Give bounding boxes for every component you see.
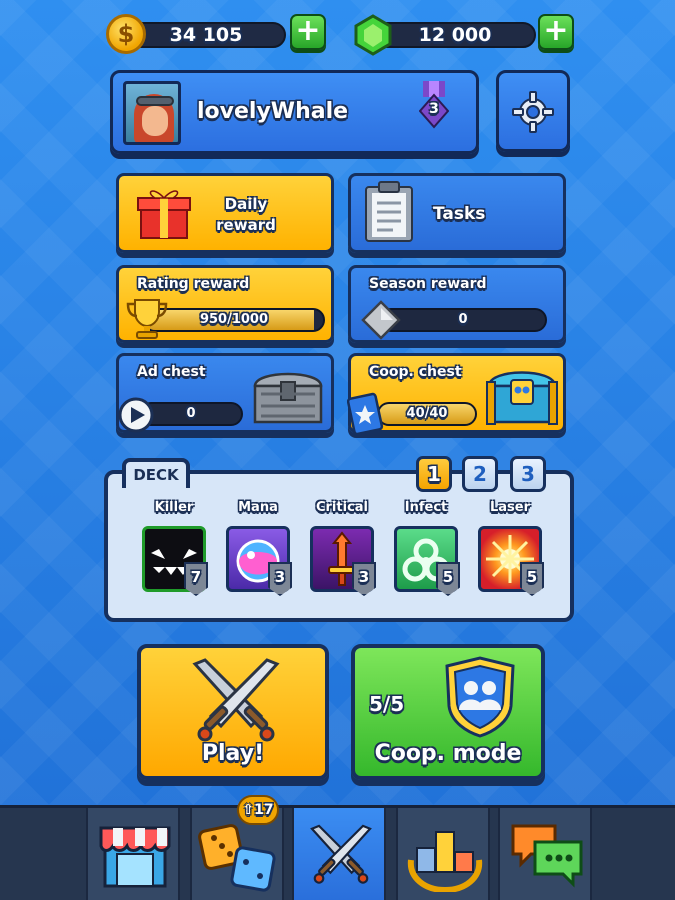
avatar[interactable] xyxy=(123,81,181,145)
deck-card-name: Critical xyxy=(315,500,368,515)
tasks-button[interactable]: Tasks xyxy=(348,173,566,253)
gem-icon xyxy=(354,14,392,56)
clipboard-icon xyxy=(365,181,413,242)
gem-counter: 12 000 + xyxy=(352,14,574,56)
coop-chest-icon xyxy=(486,371,558,425)
deck-card-killer[interactable]: Killer 7 xyxy=(140,500,208,598)
coop-mode-label: Coop. mode xyxy=(374,741,522,766)
nav-chat[interactable] xyxy=(498,808,592,900)
gear-icon xyxy=(512,91,554,133)
deck-card-infect[interactable]: Infect 5 xyxy=(392,500,460,598)
coop-count: 5/5 xyxy=(369,692,405,716)
deck-page-1-tab[interactable]: 1 xyxy=(416,456,452,492)
settings-button[interactable] xyxy=(496,70,570,152)
rank-number: 3 xyxy=(429,101,439,117)
upgrade-count-badge: ⇧17 xyxy=(237,795,279,825)
season-reward-card[interactable]: Season reward 0 xyxy=(348,265,566,343)
ad-chest-card[interactable]: Ad chest 0 xyxy=(116,353,334,433)
coop-chest-card[interactable]: Coop. chest 40/40 xyxy=(347,353,566,436)
coin-amount: 34 105 xyxy=(169,24,243,46)
ad-chest-title: Ad chest xyxy=(137,364,206,380)
season-progress-text: 0 xyxy=(458,312,468,327)
coin-bar: 34 105 xyxy=(126,22,286,48)
daily-reward-button[interactable]: Daily reward xyxy=(116,173,334,253)
season-progress-bar: 0 xyxy=(379,308,547,332)
nav-shop[interactable] xyxy=(86,808,180,900)
deck-card-mana[interactable]: Mana 3 xyxy=(224,500,292,598)
coop-chest-progress-bar: 40/40 xyxy=(377,402,477,426)
username: lovelyWhale xyxy=(197,99,349,124)
gem-bar: 12 000 xyxy=(374,22,536,48)
deck-title: DECK xyxy=(122,458,190,488)
battle-icon xyxy=(310,824,372,884)
crossed-swords-icon xyxy=(192,658,280,742)
profile-panel[interactable]: lovelyWhale 3 xyxy=(110,70,479,154)
rating-progress-bar: 950/1000 xyxy=(143,308,325,332)
deck-page-3-tab[interactable]: 3 xyxy=(510,456,546,492)
deck-card-laser[interactable]: Laser 5 xyxy=(476,500,544,598)
ad-chest-progress-text: 0 xyxy=(186,406,196,421)
diamond-icon xyxy=(361,300,401,340)
play-button[interactable]: Play! xyxy=(137,644,329,780)
coop-chest-progress-text: 40/40 xyxy=(406,406,448,421)
arrow-up-icon: ⇧ xyxy=(242,802,255,818)
coop-mode-button[interactable]: 5/5 Coop. mode xyxy=(351,644,545,780)
tasks-label: Tasks xyxy=(433,204,486,224)
deck-card-critical[interactable]: Critical 3 xyxy=(308,500,376,598)
upgrade-count: 17 xyxy=(254,802,274,818)
leaderboard-icon xyxy=(407,831,483,892)
add-coins-button[interactable]: + xyxy=(290,14,326,50)
dice-icon xyxy=(198,824,276,892)
deck-page-2-tab[interactable]: 2 xyxy=(462,456,498,492)
coin-icon: $ xyxy=(106,14,146,54)
play-video-icon xyxy=(118,397,154,433)
trophy-icon xyxy=(126,299,168,339)
deck-card-name: Laser xyxy=(489,500,531,515)
deck-card-name: Killer xyxy=(154,500,194,515)
gift-icon xyxy=(137,190,191,239)
coop-shield-icon xyxy=(445,656,515,738)
nav-leaderboard[interactable] xyxy=(396,808,490,900)
add-gems-button[interactable]: + xyxy=(538,14,574,50)
play-label: Play! xyxy=(201,741,265,766)
rating-reward-card[interactable]: Rating reward 950/1000 xyxy=(116,265,334,343)
coop-chest-title: Coop. chest xyxy=(369,364,462,380)
deck-card-name: Mana xyxy=(238,500,278,515)
coin-counter: 34 105 $ + xyxy=(106,14,326,54)
silver-chest-icon xyxy=(253,372,323,424)
season-reward-title: Season reward xyxy=(369,276,487,292)
chat-icon xyxy=(511,824,583,888)
gem-amount: 12 000 xyxy=(418,24,492,46)
shop-icon xyxy=(99,826,171,888)
nav-battle[interactable] xyxy=(292,808,386,900)
card-star-icon xyxy=(347,392,384,436)
deck-card-name: Infect xyxy=(404,500,448,515)
rating-reward-title: Rating reward xyxy=(137,276,250,292)
rank-badge: 3 xyxy=(418,81,450,135)
rating-progress-text: 950/1000 xyxy=(199,312,269,327)
daily-reward-label: Daily reward xyxy=(216,195,276,234)
